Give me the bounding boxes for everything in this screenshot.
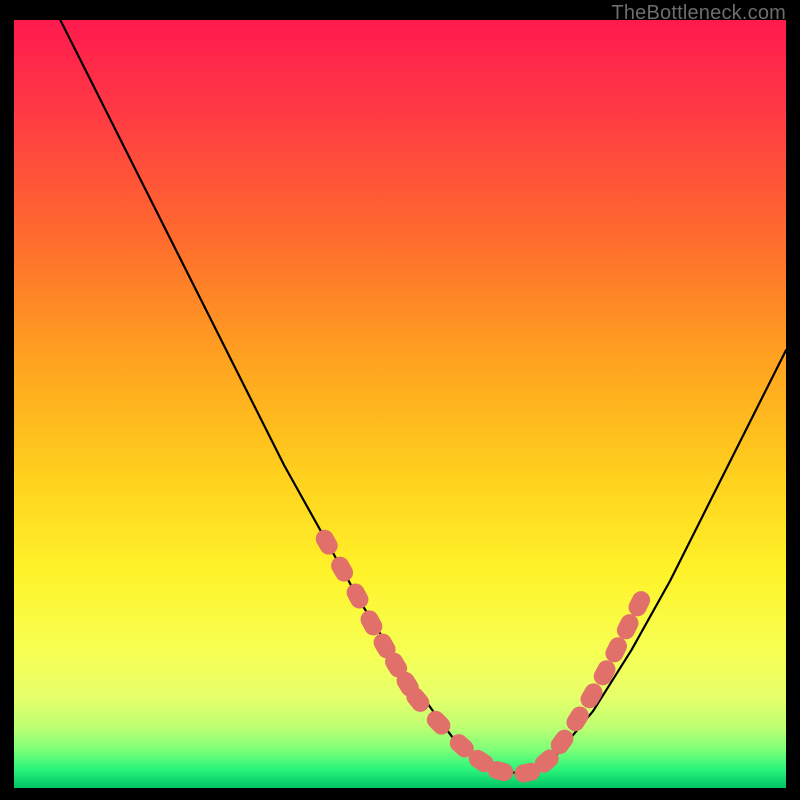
chart-frame [14, 20, 786, 788]
watermark-label: TheBottleneck.com [611, 2, 786, 25]
bottleneck-chart [14, 20, 786, 788]
